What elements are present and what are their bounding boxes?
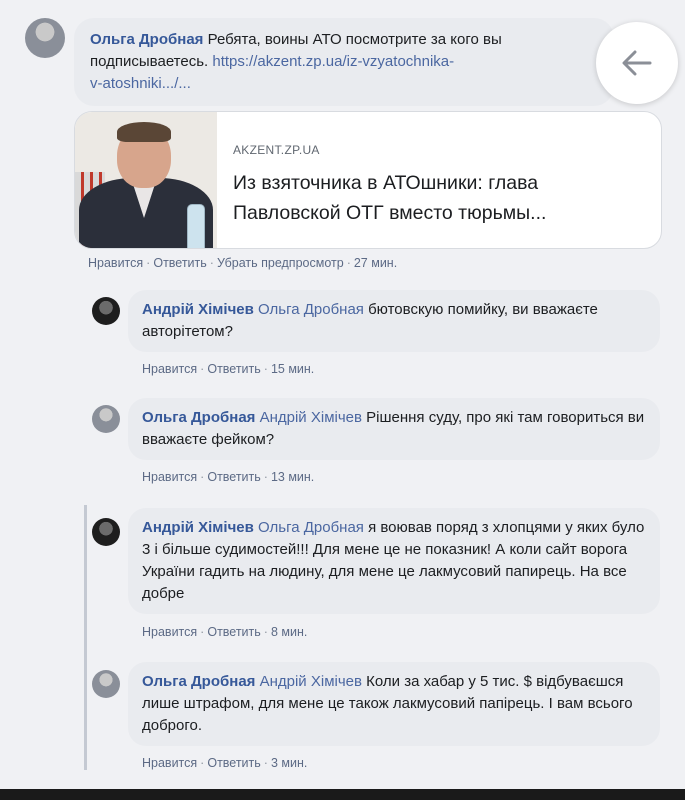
article-link-continued[interactable]: v-atoshniki.../...	[90, 75, 191, 92]
like-action[interactable]: Нравится	[88, 256, 143, 270]
comment-time[interactable]: 27 мин.	[354, 256, 397, 270]
reply-bubble: Ольга Дробная Андрій Хімічев Коли за хаб…	[128, 662, 660, 746]
reply-action[interactable]: Ответить	[207, 362, 260, 376]
reply-bubble: Андрій Хімічев Ольга Дробная бютовскую п…	[128, 290, 660, 352]
reply-time[interactable]: 13 мин.	[271, 470, 314, 484]
reply-actions: Нравится · Ответить · 8 мин.	[142, 625, 308, 639]
preview-site: AKZENT.ZP.UA	[233, 143, 320, 157]
reply-author[interactable]: Ольга Дробная	[142, 409, 255, 426]
like-action[interactable]: Нравится	[142, 756, 197, 770]
preview-title[interactable]: Из взяточника в АТОшники: глава Павловск…	[233, 168, 643, 228]
like-action[interactable]: Нравится	[142, 470, 197, 484]
avatar[interactable]	[92, 405, 120, 433]
reply-time[interactable]: 8 мин.	[271, 625, 307, 639]
avatar[interactable]	[25, 18, 65, 58]
like-action[interactable]: Нравится	[142, 625, 197, 639]
avatar[interactable]	[92, 518, 120, 546]
avatar[interactable]	[92, 670, 120, 698]
reply-action[interactable]: Ответить	[207, 756, 260, 770]
like-action[interactable]: Нравится	[142, 362, 197, 376]
remove-preview-action[interactable]: Убрать предпросмотр	[217, 256, 344, 270]
reply-author[interactable]: Андрій Хімічев	[142, 519, 254, 536]
reply-bubble: Ольга Дробная Андрій Хімічев Рішення суд…	[128, 398, 660, 460]
preview-thumbnail	[75, 112, 217, 248]
avatar[interactable]	[92, 297, 120, 325]
reply-action[interactable]: Ответить	[207, 470, 260, 484]
bottom-bar	[0, 789, 685, 800]
reply-author[interactable]: Андрій Хімічев	[142, 301, 254, 318]
reply-mention[interactable]: Ольга Дробная	[258, 519, 364, 536]
reply-mention[interactable]: Андрій Хімічев	[260, 673, 362, 690]
thread-line	[84, 505, 87, 770]
reply-actions: Нравится · Ответить · 15 мин.	[142, 362, 315, 376]
reply-author[interactable]: Ольга Дробная	[142, 673, 255, 690]
reply-action[interactable]: Ответить	[207, 625, 260, 639]
reply-action[interactable]: Ответить	[153, 256, 206, 270]
article-link[interactable]: https://akzent.zp.ua/iz-vzyatochnika-	[212, 53, 454, 70]
reply-mention[interactable]: Ольга Дробная	[258, 301, 364, 318]
reply-bubble: Андрій Хімічев Ольга Дробная я воював по…	[128, 508, 660, 614]
comment-bubble: Ольга Дробная Ребята, воины АТО посмотри…	[74, 18, 614, 106]
reply-actions: Нравится · Ответить · 3 мин.	[142, 756, 308, 770]
comment-actions: Нравится · Ответить · Убрать предпросмотр · 27…	[88, 256, 398, 270]
reply-time[interactable]: 15 мин.	[271, 362, 314, 376]
reply-mention[interactable]: Андрій Хімічев	[260, 409, 362, 426]
reply-actions: Нравится · Ответить · 13 мин.	[142, 470, 315, 484]
back-button[interactable]	[596, 22, 678, 104]
comment-author[interactable]: Ольга Дробная	[90, 31, 203, 48]
link-preview-card[interactable]: AKZENT.ZP.UA Из взяточника в АТОшники: г…	[74, 111, 662, 249]
reply-time[interactable]: 3 мин.	[271, 756, 307, 770]
